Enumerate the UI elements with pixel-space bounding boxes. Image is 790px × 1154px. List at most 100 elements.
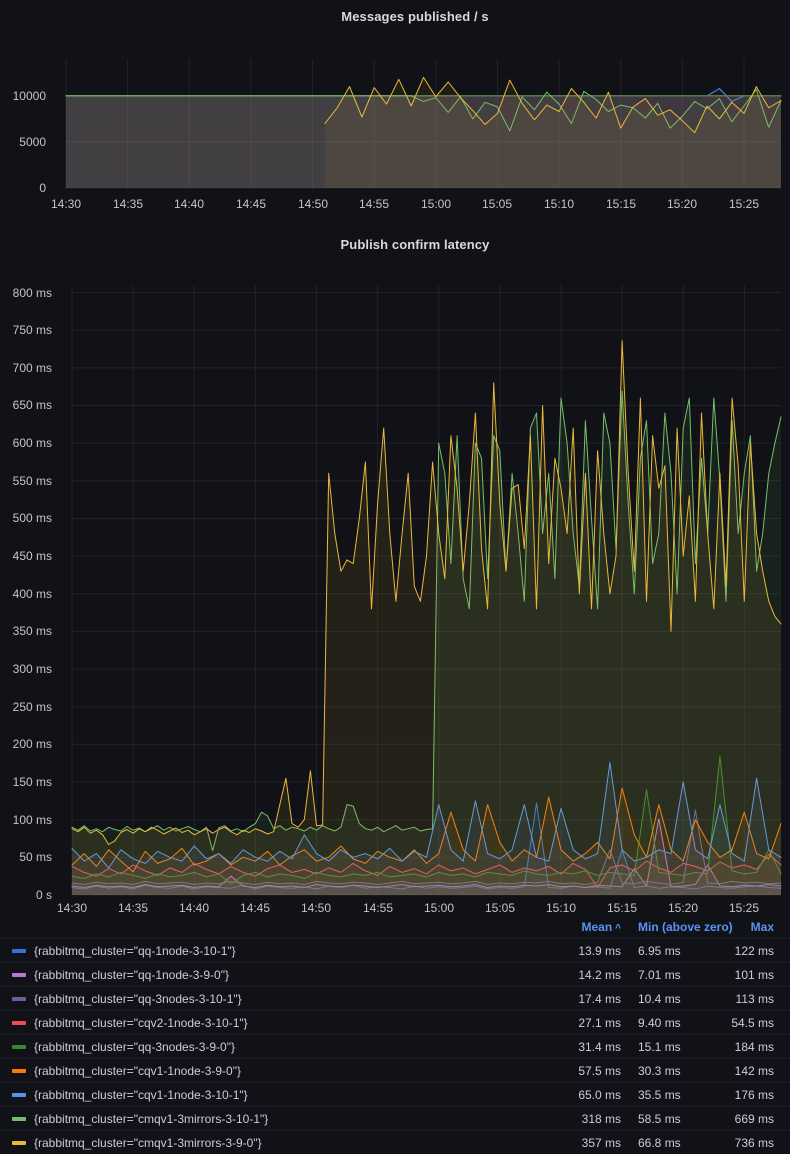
x-axis-tick-label: 14:40 <box>162 900 226 916</box>
legend-row[interactable]: {rabbitmq_cluster="qq-1node-3-9-0"}14.2 … <box>0 962 790 986</box>
legend-table: Mean^ Min (above zero) Max {rabbitmq_clu… <box>0 916 790 1154</box>
x-axis-tick-label: 15:15 <box>589 196 653 212</box>
legend-row[interactable]: {rabbitmq_cluster="qq-1node-3-10-1"} 13.9… <box>0 938 790 962</box>
x-axis-tick-label: 15:00 <box>407 900 471 916</box>
legend-min-value: 7.01 ms <box>638 968 710 982</box>
legend-rows: {rabbitmq_cluster="qq-1node-3-10-1"} 13.9… <box>0 938 790 1154</box>
series-fill <box>66 96 781 188</box>
x-axis-tick-label: 14:55 <box>346 900 410 916</box>
series-fill <box>72 810 781 895</box>
legend-series-label[interactable]: {rabbitmq_cluster="cqv1-1node-3-9-0"} <box>34 1064 241 1078</box>
y-axis-tick-label: 5000 <box>0 134 46 150</box>
y-axis-tick-label: 500 ms <box>0 510 52 526</box>
legend-max-value: 122 ms <box>710 944 790 958</box>
y-axis-tick-label: 800 ms <box>0 285 52 301</box>
series-fill <box>66 89 781 188</box>
series-fill <box>72 763 781 896</box>
series-color-swatch-icon[interactable] <box>12 1093 26 1097</box>
legend-label-cell: {rabbitmq_cluster="cqv2-1node-3-10-1"} <box>0 1016 568 1030</box>
y-axis-tick-label: 350 ms <box>0 623 52 639</box>
legend-row[interactable]: {rabbitmq_cluster="cmqv1-3mirrors-3-9-0"… <box>0 1130 790 1154</box>
legend-label-cell: {rabbitmq_cluster="cmqv1-3mirrors-3-9-0"… <box>0 1136 568 1150</box>
x-axis-tick-label: 15:05 <box>468 900 532 916</box>
series-fill <box>72 803 781 895</box>
legend-label-cell: {rabbitmq_cluster="qq-1node-3-10-1"} <box>0 944 568 958</box>
series-fill <box>72 788 781 895</box>
legend-label-cell: {rabbitmq_cluster="qq-3nodes-3-9-0"} <box>0 1040 568 1054</box>
legend-mean-value: 357 ms <box>568 1136 638 1150</box>
x-axis-tick-label: 15:15 <box>590 900 654 916</box>
series-line <box>66 89 781 102</box>
series-fill <box>66 96 781 188</box>
legend-label-cell: {rabbitmq_cluster="cqv1-1node-3-9-0"} <box>0 1064 568 1078</box>
y-axis-tick-label: 10000 <box>0 88 46 104</box>
x-axis-tick-label: 15:10 <box>527 196 591 212</box>
series-line <box>72 341 781 845</box>
y-axis-tick-label: 650 ms <box>0 397 52 413</box>
series-line <box>66 89 781 130</box>
legend-series-label[interactable]: {rabbitmq_cluster="cqv1-1node-3-10-1"} <box>34 1088 248 1102</box>
y-axis-tick-label: 250 ms <box>0 699 52 715</box>
legend-row[interactable]: {rabbitmq_cluster="qq-3nodes-3-10-1"}17.… <box>0 986 790 1010</box>
panel-title-messages-published[interactable]: Messages published / s <box>40 9 790 24</box>
legend-series-label[interactable]: {rabbitmq_cluster="qq-1node-3-9-0"} <box>34 968 229 982</box>
y-axis-tick-label: 400 ms <box>0 586 52 602</box>
y-axis-tick-label: 0 <box>0 180 46 196</box>
x-axis-tick-label: 14:40 <box>157 196 221 212</box>
legend-row[interactable]: {rabbitmq_cluster="cmqv1-3mirrors-3-10-1… <box>0 1106 790 1130</box>
legend-min-value: 66.8 ms <box>638 1136 710 1150</box>
legend-series-label[interactable]: {rabbitmq_cluster="qq-3nodes-3-10-1"} <box>34 992 242 1006</box>
legend-mean-value: 13.9 ms <box>568 944 638 958</box>
legend-max-value: 176 ms <box>710 1088 790 1102</box>
legend-max-value: 54.5 ms <box>710 1016 790 1030</box>
legend-series-label[interactable]: {rabbitmq_cluster="cqv2-1node-3-10-1"} <box>34 1016 248 1030</box>
series-color-swatch-icon[interactable] <box>12 1045 26 1049</box>
x-axis-tick-label: 14:45 <box>223 900 287 916</box>
series-fill <box>325 77 781 188</box>
series-color-swatch-icon[interactable] <box>12 997 26 1001</box>
legend-mean-value: 57.5 ms <box>568 1064 638 1078</box>
series-line <box>72 763 781 868</box>
legend-row[interactable]: {rabbitmq_cluster="cqv1-1node-3-10-1"} 65… <box>0 1082 790 1106</box>
legend-series-label[interactable]: {rabbitmq_cluster="qq-3nodes-3-9-0"} <box>34 1040 235 1054</box>
legend-max-value: 101 ms <box>710 968 790 982</box>
legend-min-value: 35.5 ms <box>638 1088 710 1102</box>
legend-series-label[interactable]: {rabbitmq_cluster="cmqv1-3mirrors-3-9-0"… <box>34 1136 262 1150</box>
legend-min-value: 15.1 ms <box>638 1040 710 1054</box>
series-color-swatch-icon[interactable] <box>12 1069 26 1073</box>
x-axis-tick-label: 14:45 <box>219 196 283 212</box>
y-axis-tick-label: 550 ms <box>0 473 52 489</box>
series-line <box>72 810 781 885</box>
series-color-swatch-icon[interactable] <box>12 1117 26 1121</box>
legend-mean-value: 65.0 ms <box>568 1088 638 1102</box>
series-fill <box>72 854 781 895</box>
legend-mean-value: 31.4 ms <box>568 1040 638 1054</box>
series-fill <box>66 96 781 188</box>
legend-label-cell: {rabbitmq_cluster="cmqv1-3mirrors-3-10-1… <box>0 1112 568 1126</box>
series-color-swatch-icon[interactable] <box>12 1021 26 1025</box>
chart-1 <box>66 59 781 188</box>
x-axis-tick-label: 14:35 <box>96 196 160 212</box>
series-color-swatch-icon[interactable] <box>12 949 26 953</box>
legend-header-min[interactable]: Min (above zero) <box>638 920 710 934</box>
y-axis-tick-label: 0 s <box>0 887 52 903</box>
y-axis-tick-label: 750 ms <box>0 322 52 338</box>
panel-title-publish-confirm-latency[interactable]: Publish confirm latency <box>40 237 790 252</box>
series-fill <box>72 391 781 895</box>
series-color-swatch-icon[interactable] <box>12 973 26 977</box>
legend-row[interactable]: {rabbitmq_cluster="qq-3nodes-3-9-0"} 31.4… <box>0 1034 790 1058</box>
legend-row[interactable]: {rabbitmq_cluster="cqv1-1node-3-9-0"} 57.… <box>0 1058 790 1082</box>
series-fill <box>66 89 781 189</box>
series-line <box>325 77 781 132</box>
legend-series-label[interactable]: {rabbitmq_cluster="cmqv1-3mirrors-3-10-1… <box>34 1112 268 1126</box>
x-axis-tick-label: 15:10 <box>529 900 593 916</box>
legend-header-max[interactable]: Max <box>710 920 790 934</box>
series-line <box>72 854 781 887</box>
legend-max-value: 669 ms <box>710 1112 790 1126</box>
legend-row[interactable]: {rabbitmq_cluster="cqv2-1node-3-10-1"}27… <box>0 1010 790 1034</box>
series-line <box>72 756 781 883</box>
y-axis-tick-label: 50 ms <box>0 849 52 865</box>
legend-series-label[interactable]: {rabbitmq_cluster="qq-1node-3-10-1"} <box>34 944 236 958</box>
legend-min-value: 6.95 ms <box>638 944 710 958</box>
legend-header-mean[interactable]: Mean^ <box>568 920 638 934</box>
